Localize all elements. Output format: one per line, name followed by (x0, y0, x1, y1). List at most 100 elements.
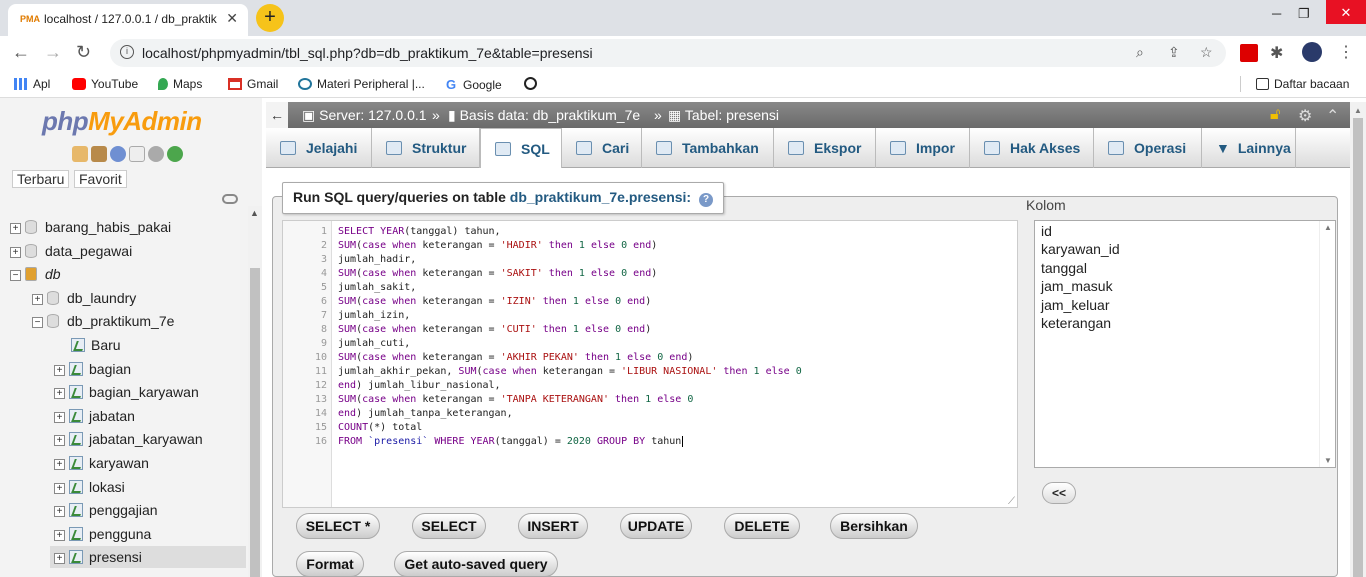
scrollbar-thumb[interactable] (1353, 118, 1363, 577)
code-line[interactable]: SELECT YEAR(tanggal) tahun, (338, 225, 501, 239)
collapse-icon[interactable]: − (10, 270, 21, 282)
minimize-icon[interactable]: ─ (1272, 6, 1281, 21)
reload-icon[interactable]: ↻ (76, 42, 91, 63)
delete-button[interactable]: DELETE (724, 513, 800, 539)
logout-icon[interactable] (91, 146, 107, 162)
collapse-nav-icon[interactable]: ← (266, 102, 288, 128)
code-line[interactable]: end) jumlah_tanpa_keterangan, (338, 407, 513, 421)
column-option[interactable]: jam_keluar (1041, 297, 1109, 313)
code-line[interactable]: SUM(case when keterangan = 'AKHIR PEKAN'… (338, 351, 693, 365)
format-button[interactable]: Format (296, 551, 364, 577)
resize-handle-icon[interactable]: ⟋ (1008, 496, 1015, 507)
reading-list[interactable]: Daftar bacaan (1256, 77, 1349, 91)
bookmark-gmail[interactable]: Gmail (228, 77, 278, 91)
select-button[interactable]: SELECT (412, 513, 486, 539)
code-line[interactable]: SUM(case when keterangan = 'IZIN' then 1… (338, 295, 651, 309)
pdf-extension-icon[interactable] (1240, 44, 1258, 62)
link-with-main-icon[interactable] (222, 194, 238, 204)
bookmark-star-icon[interactable]: ☆ (1200, 44, 1213, 61)
tab-browse[interactable]: Jelajahi (266, 128, 372, 168)
code-line[interactable]: SUM(case when keterangan = 'CUTI' then 1… (338, 323, 651, 337)
tab-operations[interactable]: Operasi (1094, 128, 1202, 168)
window-close-icon[interactable]: ✕ (1326, 0, 1366, 24)
bookmark-maps[interactable]: Maps (158, 77, 202, 91)
lock-icon[interactable]: 🔓︎ (1270, 106, 1280, 124)
tab-more[interactable]: ▼ Lainnya (1202, 128, 1296, 168)
tree-node[interactable]: + jabatan_karyawan (54, 428, 203, 450)
tab-structure[interactable]: Struktur (372, 128, 480, 168)
bookmark-youtube[interactable]: YouTube (72, 77, 138, 91)
breadcrumb-table[interactable]: ▦ Tabel: presensi (668, 107, 779, 124)
code-line[interactable]: SUM(case when keterangan = 'HADIR' then … (338, 239, 657, 253)
browser-tab[interactable]: PMA localhost / 127.0.0.1 / db_praktik ✕ (8, 4, 248, 36)
tab-export[interactable]: Ekspor (774, 128, 876, 168)
home-icon[interactable] (72, 146, 88, 162)
share-icon[interactable]: ⇪ (1168, 44, 1180, 61)
scroll-down-icon[interactable]: ▼ (1324, 456, 1332, 465)
tree-node[interactable]: − db_praktikum_7e (32, 310, 174, 332)
code-line[interactable]: jumlah_cuti, (338, 337, 410, 351)
code-line[interactable]: jumlah_izin, (338, 309, 410, 323)
settings-gear-icon[interactable] (148, 146, 164, 162)
browser-menu-icon[interactable]: ⋮ (1338, 42, 1354, 62)
expand-icon[interactable]: + (54, 529, 65, 541)
bookmark-materi[interactable]: Materi Peripheral |... (298, 77, 425, 91)
tree-node[interactable]: + jabatan (54, 405, 135, 427)
expand-icon[interactable]: + (54, 459, 65, 470)
tab-search[interactable]: Cari (562, 128, 642, 168)
help-icon[interactable]: ? (699, 193, 714, 207)
code-line[interactable]: jumlah_akhir_pekan, SUM(case when ketera… (338, 365, 802, 379)
address-bar[interactable]: i localhost/phpmyadmin/tbl_sql.php?db=db… (110, 39, 1226, 67)
forward-icon[interactable]: → (44, 42, 62, 63)
expand-icon[interactable]: + (54, 411, 65, 423)
expand-icon[interactable]: + (54, 435, 65, 447)
bookmark-google[interactable]: G Google (446, 77, 502, 92)
expand-icon[interactable]: + (10, 246, 21, 258)
column-option[interactable]: tanggal (1041, 260, 1087, 276)
code-line[interactable]: jumlah_hadir, (338, 253, 416, 267)
select-all-button[interactable]: SELECT * (296, 513, 380, 539)
tree-node[interactable]: + data_pegawai (10, 240, 132, 262)
column-option[interactable]: jam_masuk (1041, 278, 1113, 294)
sql-editor[interactable]: 1 2 3 4 5 6 7 8 9 10 11 12 13 14 15 16 SELECT YEAR(tang… (282, 220, 1018, 508)
tab-close-icon[interactable]: ✕ (226, 10, 238, 27)
tree-node[interactable]: + presensi (50, 546, 246, 569)
code-line[interactable]: FROM `presensi` WHERE YEAR(tanggal) = 20… (338, 435, 684, 449)
column-option[interactable]: karyawan_id (1041, 241, 1120, 257)
tree-node[interactable]: + bagian (54, 358, 131, 380)
tree-node[interactable]: − db (10, 263, 61, 285)
tree-node[interactable]: + penggajian (54, 499, 158, 521)
scroll-up-icon[interactable]: ▲ (250, 208, 259, 218)
reload-nav-icon[interactable] (167, 146, 183, 162)
tree-node[interactable]: + pengguna (54, 523, 151, 545)
collapse-top-icon[interactable]: ⌃ (1326, 106, 1339, 126)
code-line[interactable]: SUM(case when keterangan = 'TANPA KETERA… (338, 393, 693, 407)
code-line[interactable]: jumlah_sakit, (338, 281, 416, 295)
code-line[interactable]: SUM(case when keterangan = 'SAKIT' then … (338, 267, 657, 281)
update-button[interactable]: UPDATE (620, 513, 692, 539)
get-autosaved-query-button[interactable]: Get auto-saved query (394, 551, 558, 577)
back-icon[interactable]: ← (12, 42, 30, 63)
collapse-icon[interactable]: − (32, 317, 43, 329)
scroll-up-icon[interactable]: ▲ (1354, 106, 1362, 115)
expand-icon[interactable]: + (54, 506, 65, 518)
maximize-icon[interactable]: ❐ (1298, 6, 1310, 22)
column-option[interactable]: id (1041, 223, 1052, 239)
new-tab-button[interactable]: + (256, 4, 284, 32)
expand-icon[interactable]: + (54, 553, 65, 565)
tab-favorite[interactable]: Favorit (74, 170, 127, 188)
settings-gear-icon[interactable]: ⚙ (1298, 106, 1312, 126)
columns-list[interactable]: ▲ ▼ id karyawan_id tanggal jam_masuk jam_kelu… (1034, 220, 1336, 468)
expand-icon[interactable]: + (32, 293, 43, 305)
url-text[interactable]: localhost/phpmyadmin/tbl_sql.php?db=db_p… (142, 45, 593, 61)
expand-icon[interactable]: + (54, 364, 65, 376)
tab-import[interactable]: Impor (876, 128, 970, 168)
tab-sql[interactable]: SQL (480, 128, 562, 168)
expand-icon[interactable]: + (10, 223, 21, 234)
insert-button[interactable]: INSERT (518, 513, 588, 539)
tab-insert[interactable]: Tambahkan (642, 128, 774, 168)
expand-icon[interactable]: + (54, 388, 65, 400)
bookmark-apps[interactable]: Apl (14, 77, 50, 91)
tree-node[interactable]: + lokasi (54, 476, 125, 498)
breadcrumb-server[interactable]: ▣ Server: 127.0.0.1 (302, 107, 427, 124)
